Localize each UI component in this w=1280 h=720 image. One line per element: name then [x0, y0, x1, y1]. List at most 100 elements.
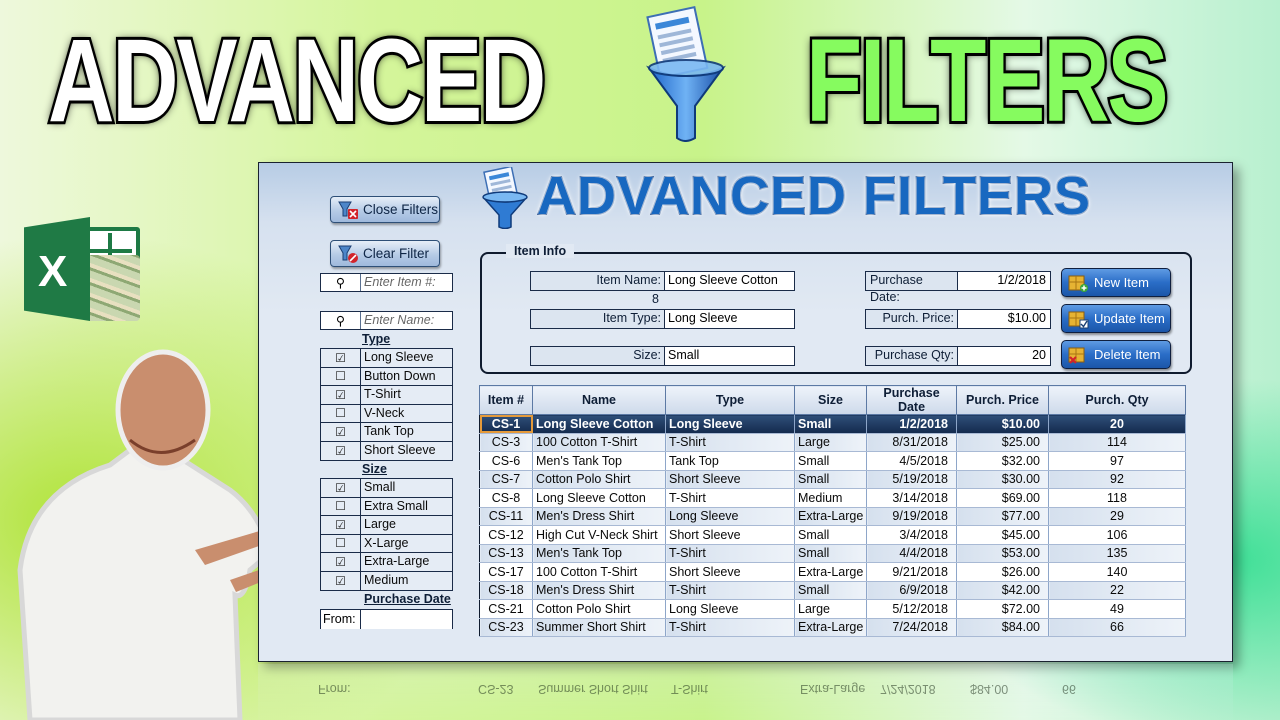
- checkbox[interactable]: ☐: [321, 367, 361, 385]
- purchase-date-field[interactable]: Purchase Date: 1/2/2018: [865, 271, 1051, 304]
- update-item-button[interactable]: Update Item: [1061, 304, 1171, 333]
- size-option[interactable]: ☑ Small: [321, 479, 452, 498]
- table-cell[interactable]: CS-23: [479, 618, 533, 637]
- table-cell[interactable]: Small: [794, 525, 867, 545]
- table-cell[interactable]: Men's Tank Top: [532, 451, 666, 471]
- size-option[interactable]: ☑ Extra-Large: [321, 553, 452, 572]
- table-cell[interactable]: Small: [794, 544, 867, 563]
- column-header[interactable]: Purchase Date: [866, 385, 957, 415]
- table-cell[interactable]: Tank Top: [665, 451, 795, 471]
- type-option[interactable]: ☑ Long Sleeve: [321, 349, 452, 368]
- name-input[interactable]: Enter Name:: [361, 312, 452, 329]
- table-row[interactable]: CS-13 Men's Tank Top T-Shirt Small 4/4/2018 $…: [479, 544, 1186, 563]
- table-cell[interactable]: Extra-Large: [794, 618, 867, 637]
- table-cell[interactable]: $32.00: [956, 451, 1049, 471]
- table-row[interactable]: CS-7 Cotton Polo Shirt Short Sleeve Small 5/…: [479, 470, 1186, 489]
- table-cell[interactable]: 5/12/2018: [866, 599, 957, 619]
- table-cell[interactable]: 92: [1048, 470, 1186, 489]
- table-cell[interactable]: 20: [1048, 414, 1186, 434]
- table-cell[interactable]: 66: [1048, 618, 1186, 637]
- table-cell[interactable]: Medium: [794, 488, 867, 508]
- table-cell[interactable]: CS-21: [479, 599, 533, 619]
- checkbox[interactable]: ☑: [321, 571, 361, 590]
- column-header[interactable]: Type: [665, 385, 795, 415]
- table-cell[interactable]: $25.00: [956, 433, 1049, 452]
- table-row[interactable]: CS-18 Men's Dress Shirt T-Shirt Small 6/9/20…: [479, 581, 1186, 600]
- item-type-input[interactable]: Long Sleeve: [665, 310, 794, 328]
- table-cell[interactable]: 9/21/2018: [866, 562, 957, 582]
- checkbox[interactable]: ☑: [321, 441, 361, 460]
- item-name-input[interactable]: Long Sleeve Cotton: [665, 272, 794, 290]
- purchase-date-input[interactable]: 1/2/2018: [958, 272, 1050, 290]
- table-cell[interactable]: $69.00: [956, 488, 1049, 508]
- table-cell[interactable]: Large: [794, 599, 867, 619]
- table-cell[interactable]: $42.00: [956, 581, 1049, 600]
- table-cell[interactable]: CS-11: [479, 507, 533, 526]
- table-cell[interactable]: Cotton Polo Shirt: [532, 470, 666, 489]
- table-cell[interactable]: Long Sleeve: [665, 507, 795, 526]
- table-cell[interactable]: Short Sleeve: [665, 562, 795, 582]
- table-cell[interactable]: 97: [1048, 451, 1186, 471]
- table-cell[interactable]: Long Sleeve Cotton: [532, 414, 666, 434]
- table-cell[interactable]: CS-17: [479, 562, 533, 582]
- checkbox[interactable]: ☑: [321, 516, 361, 534]
- table-cell[interactable]: T-Shirt: [665, 433, 795, 452]
- table-cell[interactable]: T-Shirt: [665, 488, 795, 508]
- table-cell[interactable]: 135: [1048, 544, 1186, 563]
- table-cell[interactable]: $72.00: [956, 599, 1049, 619]
- table-cell[interactable]: 49: [1048, 599, 1186, 619]
- table-cell[interactable]: Extra-Large: [794, 507, 867, 526]
- table-cell[interactable]: Small: [794, 470, 867, 489]
- date-from-field[interactable]: From:: [320, 609, 453, 629]
- item-type-field[interactable]: Item Type: Long Sleeve: [530, 309, 795, 329]
- column-header[interactable]: Item #: [479, 385, 533, 415]
- size-option[interactable]: ☐ X-Large: [321, 534, 452, 553]
- table-cell[interactable]: Short Sleeve: [665, 525, 795, 545]
- table-cell[interactable]: $77.00: [956, 507, 1049, 526]
- table-cell[interactable]: 118: [1048, 488, 1186, 508]
- table-cell[interactable]: CS-3: [479, 433, 533, 452]
- table-cell[interactable]: T-Shirt: [665, 618, 795, 637]
- type-option[interactable]: ☐ V-Neck: [321, 404, 452, 423]
- table-cell[interactable]: Men's Dress Shirt: [532, 507, 666, 526]
- size-option[interactable]: ☐ Extra Small: [321, 497, 452, 516]
- table-row[interactable]: CS-1 Long Sleeve Cotton Long Sleeve Small 1/…: [479, 414, 1186, 434]
- table-cell[interactable]: 9/19/2018: [866, 507, 957, 526]
- table-cell[interactable]: $30.00: [956, 470, 1049, 489]
- table-cell[interactable]: 7/24/2018: [866, 618, 957, 637]
- checkbox[interactable]: ☐: [321, 497, 361, 515]
- table-cell[interactable]: CS-1: [479, 414, 533, 434]
- column-header[interactable]: Name: [532, 385, 666, 415]
- table-cell[interactable]: T-Shirt: [665, 544, 795, 563]
- table-cell[interactable]: CS-12: [479, 525, 533, 545]
- size-field[interactable]: Size: Small: [530, 346, 795, 366]
- table-cell[interactable]: Cotton Polo Shirt: [532, 599, 666, 619]
- item-number-input[interactable]: Enter Item #:: [361, 274, 452, 291]
- table-cell[interactable]: $10.00: [956, 414, 1049, 434]
- table-cell[interactable]: Short Sleeve: [665, 470, 795, 489]
- table-row[interactable]: CS-11 Men's Dress Shirt Long Sleeve Extra-L…: [479, 507, 1186, 526]
- clear-filter-button[interactable]: Clear Filter: [330, 240, 440, 267]
- table-cell[interactable]: CS-13: [479, 544, 533, 563]
- name-search[interactable]: ⚲ Enter Name:: [320, 311, 453, 330]
- size-option[interactable]: ☑ Large: [321, 516, 452, 535]
- type-option[interactable]: ☑ Tank Top: [321, 423, 452, 442]
- table-cell[interactable]: $26.00: [956, 562, 1049, 582]
- table-cell[interactable]: $84.00: [956, 618, 1049, 637]
- table-cell[interactable]: 140: [1048, 562, 1186, 582]
- table-cell[interactable]: CS-7: [479, 470, 533, 489]
- type-option[interactable]: ☑ T-Shirt: [321, 386, 452, 405]
- table-cell[interactable]: 4/4/2018: [866, 544, 957, 563]
- table-cell[interactable]: 22: [1048, 581, 1186, 600]
- table-cell[interactable]: High Cut V-Neck Shirt: [532, 525, 666, 545]
- checkbox[interactable]: ☐: [321, 534, 361, 552]
- table-cell[interactable]: Small: [794, 414, 867, 434]
- purchase-qty-input[interactable]: 20: [958, 347, 1050, 365]
- table-cell[interactable]: 3/4/2018: [866, 525, 957, 545]
- table-row[interactable]: CS-8 Long Sleeve Cotton T-Shirt Medium 3/14/…: [479, 488, 1186, 508]
- date-from-input[interactable]: [361, 610, 452, 629]
- table-row[interactable]: CS-17 100 Cotton T-Shirt Short Sleeve Extra…: [479, 562, 1186, 582]
- table-cell[interactable]: 100 Cotton T-Shirt: [532, 433, 666, 452]
- table-cell[interactable]: Small: [794, 451, 867, 471]
- table-cell[interactable]: 8/31/2018: [866, 433, 957, 452]
